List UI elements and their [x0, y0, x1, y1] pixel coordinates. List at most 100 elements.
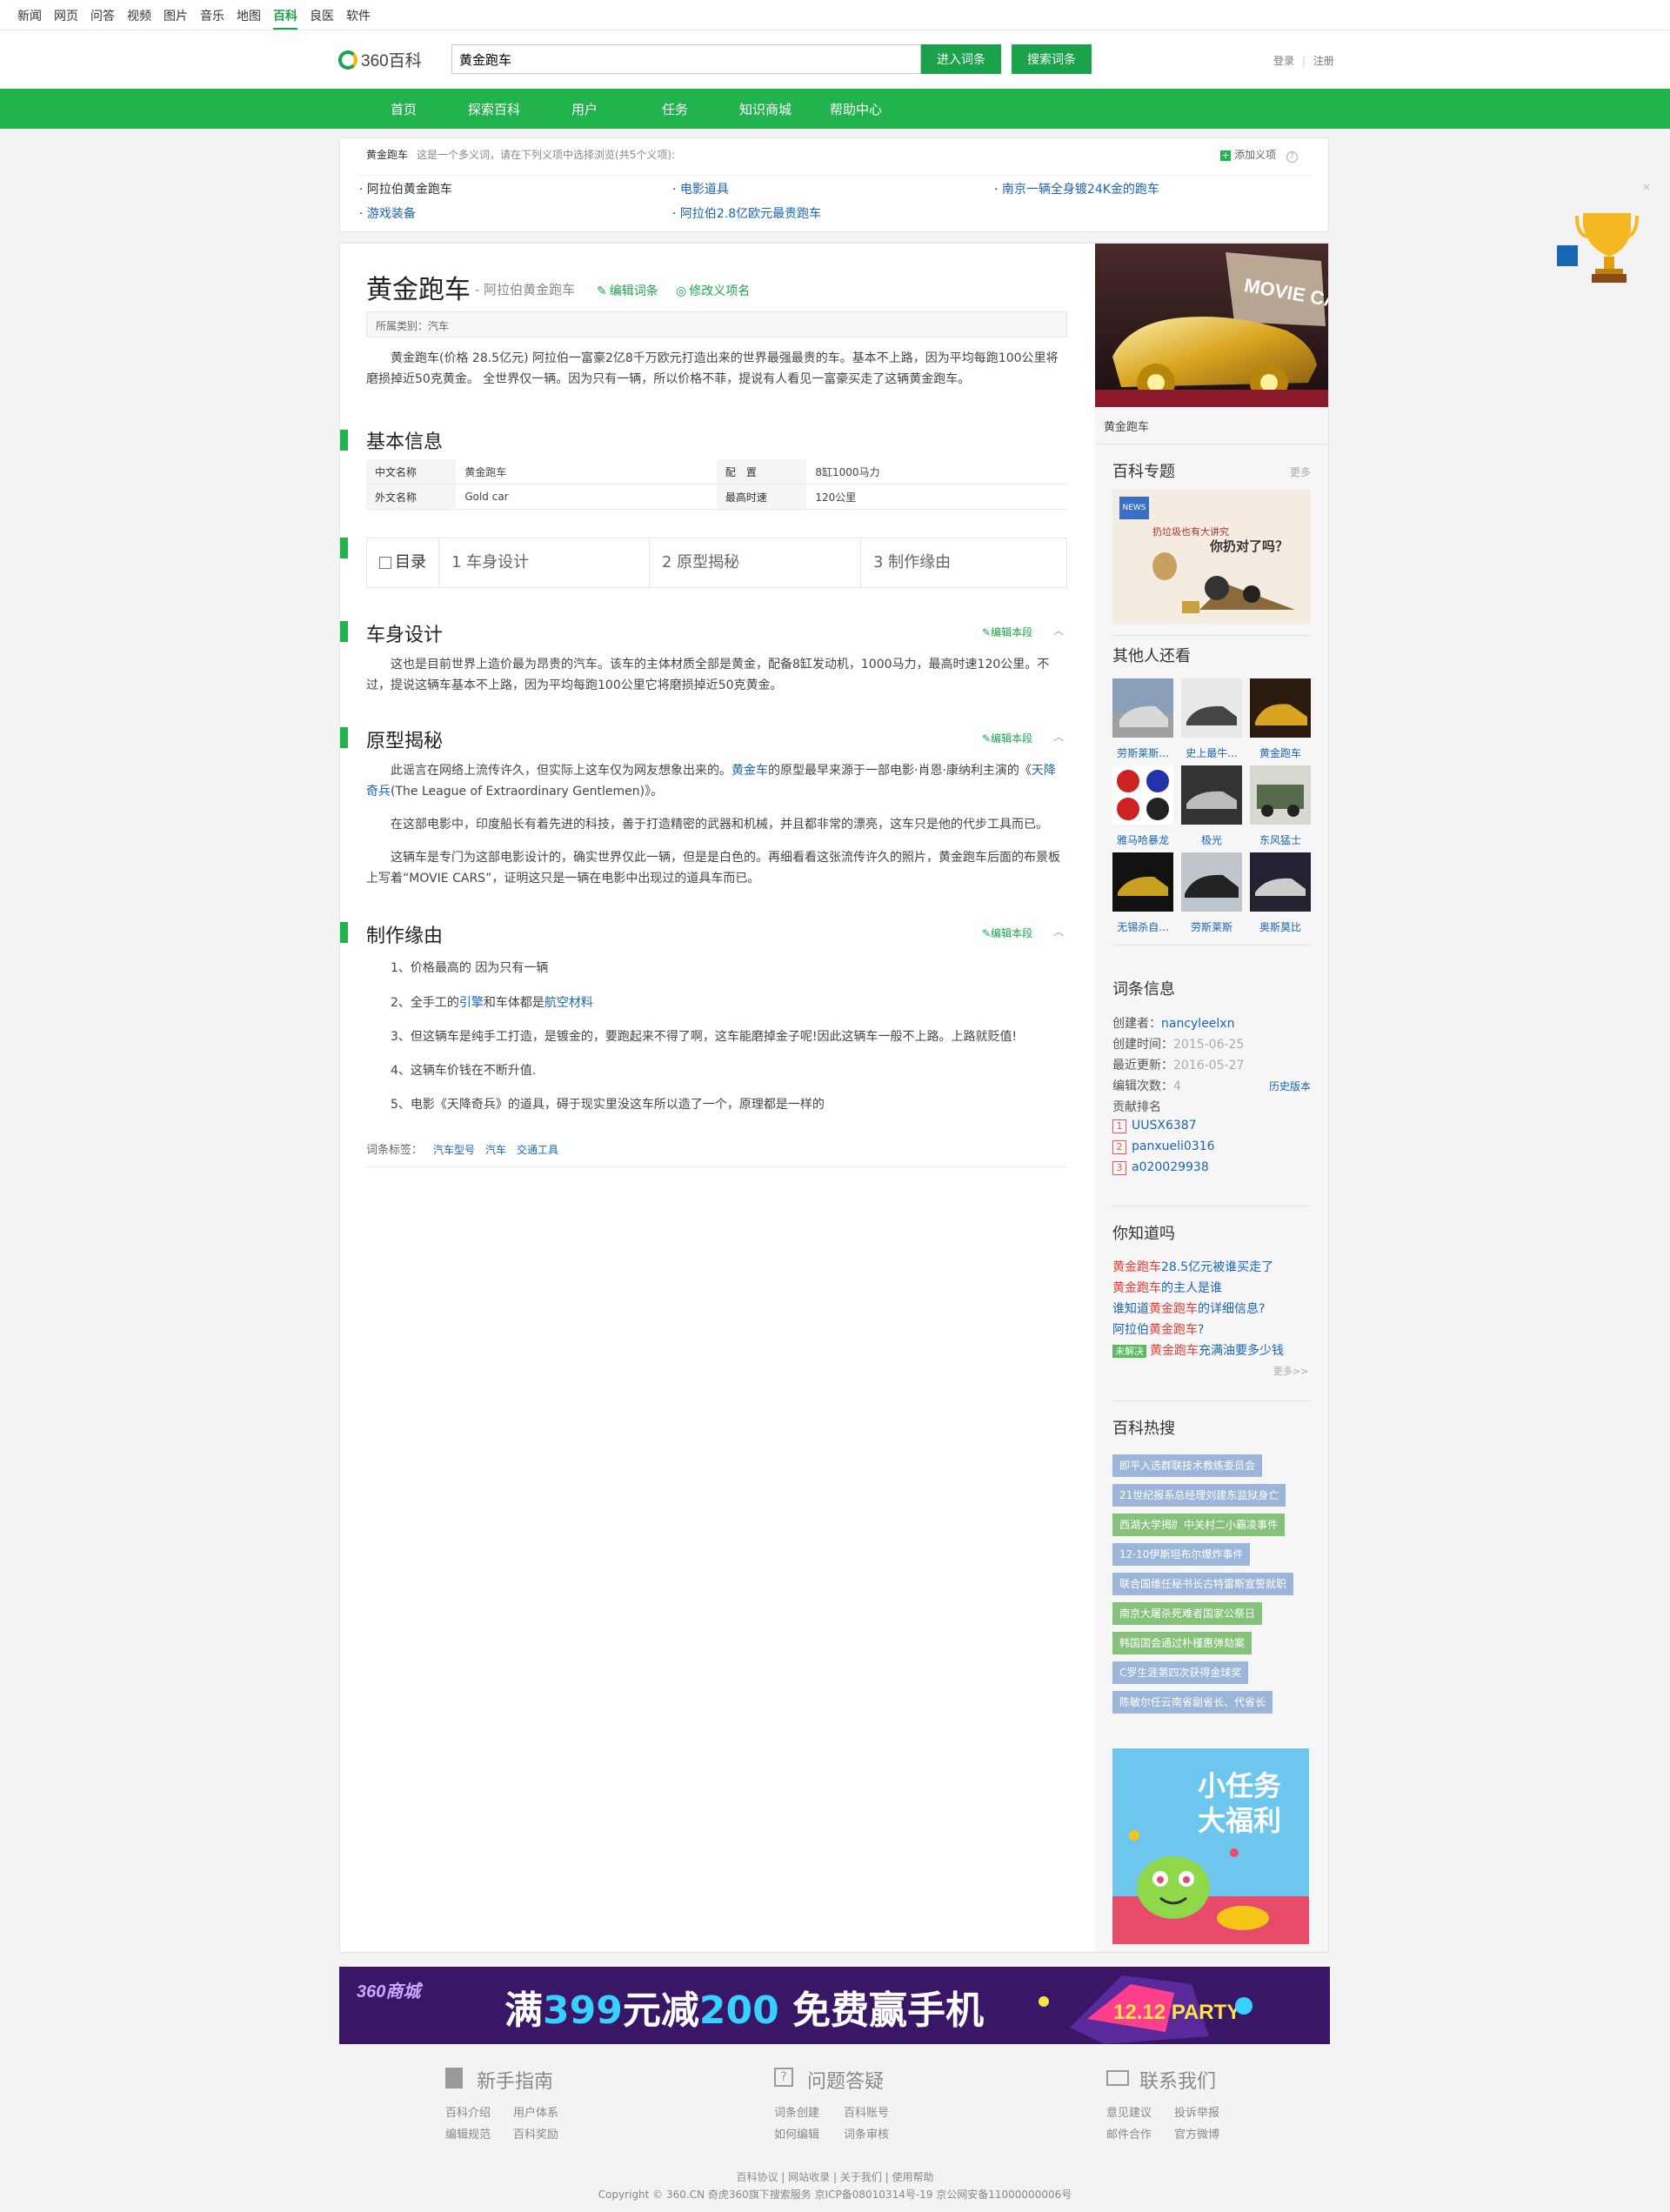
thumb-most-expensive[interactable]	[1181, 678, 1242, 738]
footer-links-line[interactable]: 百科协议 | 网站收录 | 关于我们 | 使用帮助	[0, 2169, 1670, 2184]
contributor-link[interactable]: a020029938	[1132, 1160, 1209, 1174]
dyk-item[interactable]: 黄金跑车28.5亿元被谁买走了	[1112, 1258, 1273, 1275]
mall-promo-banner[interactable]: 360商城 满399元减200 免费赢手机 12.12 PARTY	[339, 1967, 1330, 2044]
topnav-map[interactable]: 地图	[237, 7, 261, 30]
tag-link[interactable]: 汽车型号	[433, 1144, 475, 1156]
edit-section-button[interactable]: ✎编辑本段	[982, 625, 1032, 639]
hot-search-tag[interactable]: 陈敏尔任云南省副省长、代省长	[1112, 1691, 1273, 1714]
search-entry-button[interactable]: 搜索词条	[1012, 44, 1092, 74]
dyk-item[interactable]: 谁知道黄金跑车的详细信息?	[1112, 1300, 1265, 1317]
hot-search-tag[interactable]: 即平入选群联技术教练委员会	[1112, 1454, 1263, 1477]
thumb-caption[interactable]: 雅马哈暴龙	[1112, 832, 1173, 847]
thumb-caption[interactable]: 东风猛士	[1250, 832, 1311, 847]
topnav-baike[interactable]: 百科	[273, 7, 297, 30]
hot-search-tag[interactable]: 韩国国会通过朴槿惠弹劾案	[1112, 1632, 1252, 1654]
link-engine[interactable]: 引擎	[459, 996, 484, 1010]
topic-banner[interactable]: NEWS 扔垃圾也有大讲究 你扔对了吗？	[1112, 490, 1311, 624]
topnav-news[interactable]: 新闻	[17, 7, 42, 30]
site-logo[interactable]: 360百科	[338, 48, 422, 71]
topnav-video[interactable]: 视频	[127, 7, 151, 30]
gold-car-photo[interactable]: MOVIE CARS	[1095, 244, 1328, 407]
dyk-item[interactable]: 阿拉伯黄金跑车?	[1112, 1320, 1204, 1338]
sense-item-nanjing-car[interactable]: 南京一辆全身镀24K金的跑车	[994, 180, 1159, 197]
creator-link[interactable]: nancyleelxn	[1161, 1017, 1234, 1031]
nav-knowledge-mall[interactable]: 知识商城	[720, 100, 811, 118]
hot-search-tag[interactable]: C罗生涯第四次获得金球奖	[1112, 1661, 1249, 1684]
sense-item-arab-expensive[interactable]: 阿拉伯2.8亿欧元最贵跑车	[672, 204, 821, 222]
footer-link[interactable]: 用户体系	[513, 2103, 558, 2120]
contributor-link[interactable]: UUSX6387	[1132, 1119, 1197, 1133]
footer-link[interactable]: 意见建议	[1106, 2103, 1152, 2120]
topnav-images[interactable]: 图片	[164, 7, 188, 30]
collapse-chevron-icon[interactable]: ︿	[1053, 924, 1064, 939]
footer-link[interactable]: 邮件合作	[1106, 2125, 1152, 2142]
tag-link[interactable]: 汽车	[485, 1144, 506, 1156]
sense-item-movie-prop[interactable]: 电影道具	[672, 180, 729, 197]
footer-link[interactable]: 词条创建	[774, 2103, 819, 2120]
toc-item-prototype[interactable]: 2 原型揭秘	[650, 538, 861, 587]
thumb-wuxi[interactable]	[1112, 852, 1173, 912]
edit-entry-link[interactable]: ✎ 编辑词条	[597, 282, 658, 299]
nav-users[interactable]: 用户	[539, 100, 630, 118]
topic-more-link[interactable]: 更多	[1290, 464, 1311, 479]
contributor-link[interactable]: panxueli0316	[1132, 1139, 1215, 1153]
topnav-web[interactable]: 网页	[54, 7, 78, 30]
thumb-caption[interactable]: 无锡杀自...	[1112, 919, 1173, 934]
register-link[interactable]: 注册	[1313, 55, 1334, 67]
topnav-software[interactable]: 软件	[346, 7, 371, 30]
dyk-item[interactable]: 黄金跑车的主人是谁	[1112, 1279, 1222, 1296]
topnav-music[interactable]: 音乐	[200, 7, 224, 30]
sense-item-game-gear[interactable]: 游戏装备	[359, 204, 416, 222]
dyk-item[interactable]: 未解决 黄金跑车充满油要多少钱	[1112, 1341, 1284, 1359]
hot-search-tag[interactable]: 中关村二小霸凌事件	[1177, 1514, 1286, 1536]
toc-item-reasons[interactable]: 3 制作缘由	[861, 538, 1065, 587]
search-input[interactable]	[451, 44, 921, 74]
nav-help-center[interactable]: 帮助中心	[811, 100, 901, 118]
dyk-more-link[interactable]: 更多>>	[1273, 1364, 1308, 1378]
footer-link[interactable]: 编辑规范	[445, 2125, 491, 2142]
thumb-rolls-royce-2[interactable]	[1181, 852, 1242, 912]
hot-search-tag[interactable]: 联合国维任秘书长古特雷斯宣誓就职	[1112, 1573, 1294, 1595]
edit-section-button[interactable]: ✎编辑本段	[982, 731, 1032, 745]
edit-section-button[interactable]: ✎编辑本段	[982, 926, 1032, 940]
close-icon[interactable]: ×	[1642, 181, 1651, 193]
thumb-aurora[interactable]	[1181, 765, 1242, 825]
thumb-caption[interactable]: 极光	[1181, 832, 1242, 847]
trophy-icon[interactable]	[1574, 209, 1640, 287]
hot-search-tag[interactable]: 12·10伊斯坦布尔爆炸事件	[1112, 1543, 1251, 1566]
task-reward-promo[interactable]: 小任务 大福利	[1112, 1748, 1309, 1944]
login-link[interactable]: 登录	[1273, 55, 1294, 67]
footer-link[interactable]: 词条审核	[844, 2125, 889, 2142]
edit-sense-name-link[interactable]: ◎ 修改义项名	[676, 282, 750, 299]
nav-home[interactable]: 首页	[358, 100, 449, 118]
footer-link[interactable]: 百科账号	[844, 2103, 889, 2120]
collapse-chevron-icon[interactable]: ︿	[1053, 729, 1064, 744]
link-gold-car[interactable]: 黄金车	[731, 764, 768, 778]
tag-link[interactable]: 交通工具	[517, 1144, 558, 1156]
topnav-doctor[interactable]: 良医	[310, 7, 334, 30]
thumb-gold-car[interactable]	[1250, 678, 1311, 738]
footer-link[interactable]: 百科奖励	[513, 2125, 558, 2142]
toc-item-body-design[interactable]: 1 车身设计	[439, 538, 650, 587]
thumb-caption[interactable]: 劳斯莱斯	[1181, 919, 1242, 934]
nav-tasks[interactable]: 任务	[630, 100, 720, 118]
link-aviation-material[interactable]: 航空材料	[544, 996, 593, 1010]
add-sense-button[interactable]: + 添加义项 ?	[1220, 147, 1298, 163]
thumb-oldsmobile[interactable]	[1250, 852, 1311, 912]
hot-search-tag[interactable]: 21世纪报系总经理刘建东监狱身亡	[1112, 1484, 1286, 1507]
thumb-caption[interactable]: 史上最牛...	[1181, 745, 1242, 760]
thumb-caption[interactable]: 黄金跑车	[1250, 745, 1311, 760]
help-icon[interactable]: ?	[1286, 151, 1298, 163]
thumb-dongfeng[interactable]	[1250, 765, 1311, 825]
footer-link[interactable]: 官方微博	[1174, 2125, 1219, 2142]
footer-link[interactable]: 如何编辑	[774, 2125, 819, 2142]
footer-link[interactable]: 百科介绍	[445, 2103, 491, 2120]
collapse-chevron-icon[interactable]: ︿	[1053, 623, 1064, 638]
thumb-yamaha[interactable]	[1112, 765, 1173, 825]
thumb-caption[interactable]: 奥斯莫比	[1250, 919, 1311, 934]
hot-search-tag[interactable]: 南京大屠杀死难者国家公祭日	[1112, 1602, 1263, 1625]
enter-entry-button[interactable]: 进入词条	[921, 44, 1001, 74]
topnav-qa[interactable]: 问答	[90, 7, 115, 30]
history-versions-link[interactable]: 历史版本	[1269, 1079, 1311, 1093]
nav-explore[interactable]: 探索百科	[449, 100, 539, 118]
